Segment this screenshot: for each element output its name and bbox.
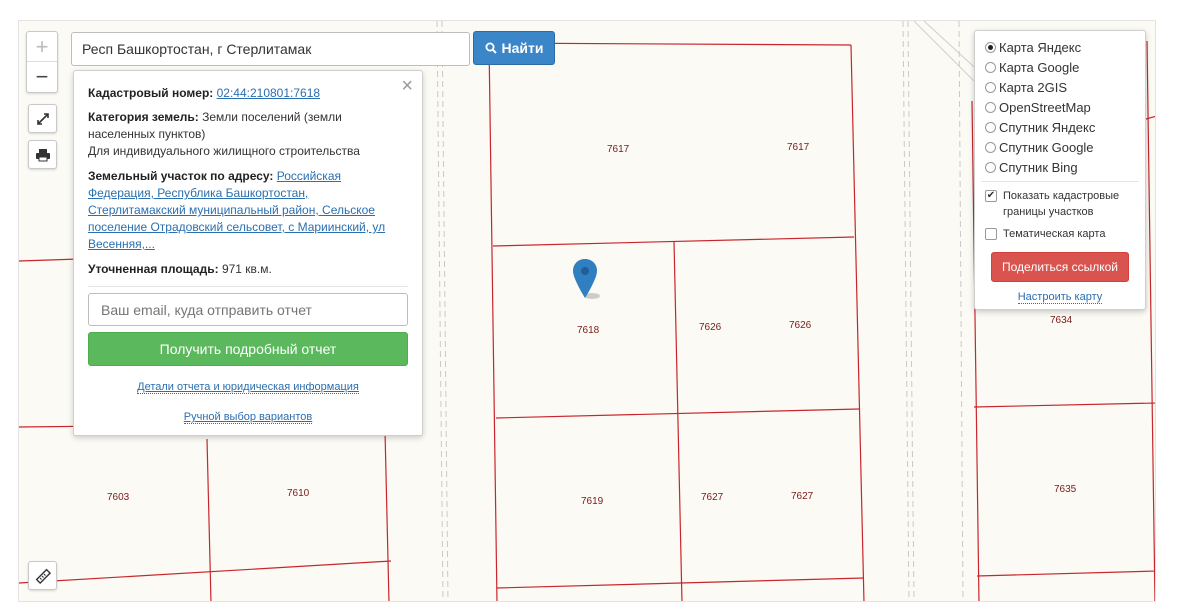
- radio-icon[interactable]: [985, 61, 996, 73]
- search-button-label: Найти: [501, 40, 544, 56]
- zoom-in-button[interactable]: +: [27, 32, 57, 62]
- address-search-input[interactable]: [71, 32, 470, 66]
- configure-map-link-wrap: Настроить карту: [985, 291, 1135, 304]
- land-category-label: Категория земель:: [88, 110, 199, 124]
- show-cadastral-borders-toggle[interactable]: ✔ Показать кадастровые границы участков: [985, 188, 1135, 220]
- layer-option-label: Карта 2GIS: [999, 79, 1068, 95]
- ruler-button[interactable]: [28, 561, 57, 590]
- plot-info-panel: × Кадастровый номер: 02:44:210801:7618 К…: [73, 70, 423, 436]
- print-button[interactable]: [28, 140, 57, 169]
- land-usage-value: Для индивидуального жилищного строительс…: [88, 144, 360, 158]
- zoom-control: + −: [26, 31, 58, 93]
- manual-choice-link[interactable]: Ручной выбор вариантов: [183, 411, 313, 424]
- land-category-row: Категория земель: Земли поселений (земли…: [88, 109, 408, 160]
- radio-icon[interactable]: [985, 141, 996, 153]
- radio-icon[interactable]: [985, 161, 996, 173]
- ruler-icon: [35, 568, 51, 584]
- area-value: 971 кв.м.: [221, 262, 272, 276]
- plot-label[interactable]: 7619: [581, 496, 604, 507]
- map-layers-panel: Карта Яндекс Карта Google Карта 2GIS Ope…: [974, 30, 1146, 310]
- radio-icon[interactable]: [985, 101, 996, 113]
- layer-option-label: Карта Google: [999, 59, 1080, 75]
- layer-option-label: Карта Яндекс: [999, 39, 1082, 55]
- expand-icon: [36, 112, 49, 125]
- address-row: Земельный участок по адресу: Российская …: [88, 168, 408, 253]
- plot-label[interactable]: 7635: [1054, 484, 1077, 495]
- plot-label[interactable]: 7617: [607, 144, 630, 155]
- report-details-link[interactable]: Детали отчета и юридическая информация: [137, 381, 359, 394]
- divider: [88, 286, 408, 287]
- divider: [981, 181, 1139, 182]
- plot-label[interactable]: 7627: [791, 491, 814, 502]
- configure-map-link[interactable]: Настроить карту: [1017, 291, 1103, 304]
- layer-option-osm[interactable]: OpenStreetMap: [985, 97, 1135, 117]
- layer-option-2gis-map[interactable]: Карта 2GIS: [985, 77, 1135, 97]
- radio-icon[interactable]: [985, 121, 996, 133]
- plot-label[interactable]: 7627: [701, 492, 724, 503]
- share-link-button[interactable]: Поделиться ссылкой: [991, 252, 1129, 282]
- close-icon[interactable]: ×: [401, 76, 413, 96]
- layer-option-yandex-map[interactable]: Карта Яндекс: [985, 37, 1135, 57]
- manual-choice-link-wrap: Ручной выбор вариантов: [88, 409, 408, 426]
- cadastral-number-label: Кадастровый номер:: [88, 86, 214, 100]
- checkbox-icon[interactable]: [985, 228, 997, 240]
- plot-label[interactable]: 7610: [287, 488, 310, 499]
- search-icon: [485, 42, 497, 54]
- plot-label[interactable]: 7626: [699, 322, 722, 333]
- address-label: Земельный участок по адресу:: [88, 169, 274, 183]
- map-pin-icon[interactable]: [572, 258, 602, 300]
- area-row: Уточненная площадь: 971 кв.м.: [88, 261, 408, 278]
- layer-option-label: Спутник Яндекс: [999, 119, 1096, 135]
- layer-option-label: OpenStreetMap: [999, 99, 1091, 115]
- zoom-out-button[interactable]: −: [27, 62, 57, 92]
- layer-option-label: Спутник Bing: [999, 159, 1078, 175]
- email-input[interactable]: [88, 293, 408, 326]
- base-layer-list: Карта Яндекс Карта Google Карта 2GIS Ope…: [985, 37, 1135, 177]
- search-button[interactable]: Найти: [473, 31, 555, 65]
- cadastral-number-link[interactable]: 02:44:210801:7618: [217, 86, 320, 100]
- cadastral-number-row: Кадастровый номер: 02:44:210801:7618: [88, 85, 408, 102]
- layer-option-label: Спутник Google: [999, 139, 1094, 155]
- radio-icon[interactable]: [985, 81, 996, 93]
- layer-option-bing-satellite[interactable]: Спутник Bing: [985, 157, 1135, 177]
- thematic-map-label: Тематическая карта: [1003, 228, 1106, 240]
- layer-option-google-map[interactable]: Карта Google: [985, 57, 1135, 77]
- get-report-button[interactable]: Получить подробный отчет: [88, 332, 408, 366]
- layer-option-google-satellite[interactable]: Спутник Google: [985, 137, 1135, 157]
- plot-label[interactable]: 7617: [787, 142, 810, 153]
- printer-icon: [35, 148, 50, 161]
- radio-selected-icon[interactable]: [985, 41, 996, 53]
- report-details-link-wrap: Детали отчета и юридическая информация: [88, 379, 408, 396]
- area-label: Уточненная площадь:: [88, 262, 219, 276]
- plot-label[interactable]: 7634: [1050, 315, 1073, 326]
- layer-option-yandex-satellite[interactable]: Спутник Яндекс: [985, 117, 1135, 137]
- plot-label[interactable]: 7626: [789, 320, 812, 331]
- plot-label[interactable]: 7603: [107, 492, 130, 503]
- fullscreen-button[interactable]: [28, 104, 57, 133]
- show-cadastral-borders-label: Показать кадастровые границы участков: [1003, 190, 1120, 218]
- checkbox-checked-icon[interactable]: ✔: [985, 190, 997, 202]
- thematic-map-toggle[interactable]: Тематическая карта: [985, 226, 1135, 242]
- plot-label[interactable]: 7618: [577, 325, 600, 336]
